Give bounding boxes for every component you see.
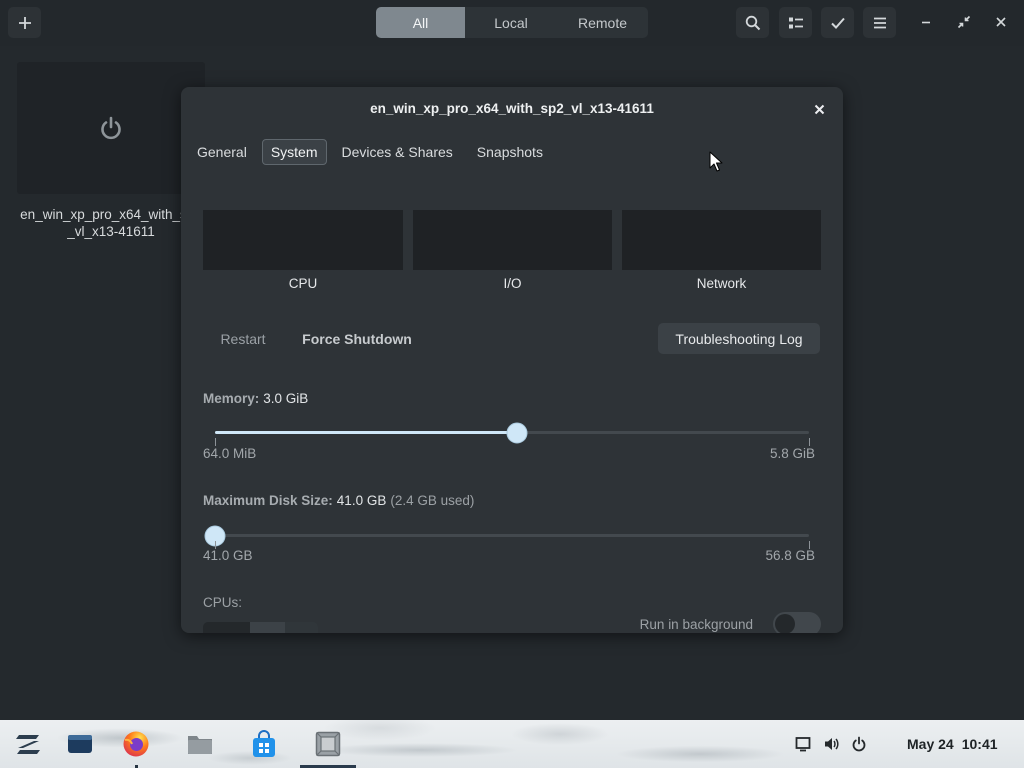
zorin-menu-button[interactable] xyxy=(13,729,43,759)
files-launcher[interactable] xyxy=(185,729,215,759)
vm-properties-dialog: en_win_xp_pro_x64_with_sp2_vl_x13-41611 … xyxy=(181,87,843,633)
dialog-title: en_win_xp_pro_x64_with_sp2_vl_x13-41611 xyxy=(370,101,654,116)
io-graph-label: I/O xyxy=(503,276,522,291)
filter-label: All xyxy=(412,14,429,31)
memory-slider-fill xyxy=(215,431,517,434)
run-in-background-label: Run in background xyxy=(639,617,753,632)
main-menu-button[interactable] xyxy=(863,7,896,38)
memory-row-label: Memory: 3.0 GiB xyxy=(203,391,308,407)
close-window-button[interactable] xyxy=(992,13,1010,31)
menu-icon xyxy=(873,17,886,28)
cpus-decrement-button[interactable] xyxy=(250,622,285,633)
vm-tile-power[interactable] xyxy=(98,115,124,141)
cpus-spinbutton[interactable] xyxy=(203,622,318,633)
clock-time: 10:41 xyxy=(961,736,998,752)
boxes-icon xyxy=(315,731,341,757)
memory-max-label: 5.8 GiB xyxy=(769,446,815,461)
memory-slider-knob[interactable] xyxy=(506,422,528,443)
zorin-menu-icon xyxy=(16,735,40,754)
filter-switcher: All Local Remote xyxy=(376,7,648,38)
clock-date: May 24 xyxy=(907,736,954,752)
power-icon xyxy=(101,116,121,140)
network-graph-label: Network xyxy=(696,276,747,291)
disk-row-label: Maximum Disk Size: 41.0 GB (2.4 GB used) xyxy=(203,493,474,509)
mouse-cursor xyxy=(709,151,723,172)
restart-button[interactable]: Restart xyxy=(205,323,281,354)
restore-button[interactable] xyxy=(955,13,973,31)
plus-icon xyxy=(18,16,31,29)
minimize-button[interactable] xyxy=(917,13,935,31)
power-tray-button[interactable] xyxy=(851,736,867,752)
taskbar: May 24 10:41 xyxy=(0,720,1024,768)
display-tray-button[interactable] xyxy=(795,736,811,752)
header-bar: All Local Remote xyxy=(0,0,1024,46)
filter-remote[interactable]: Remote xyxy=(557,7,648,38)
filter-local[interactable]: Local xyxy=(465,7,557,38)
troubleshooting-log-button[interactable]: Troubleshooting Log xyxy=(658,323,820,354)
io-graph xyxy=(413,210,612,270)
workspaces-button[interactable] xyxy=(65,729,95,759)
search-icon xyxy=(745,15,760,30)
cpus-increment-button[interactable] xyxy=(285,622,318,633)
memory-max-tick xyxy=(809,438,810,446)
switch-knob xyxy=(775,614,795,633)
disk-max-label: 56.8 GB xyxy=(765,548,815,563)
view-mode-button[interactable] xyxy=(779,7,812,38)
boxes-launcher[interactable] xyxy=(313,729,343,759)
cpu-graph xyxy=(203,210,403,270)
close-icon xyxy=(996,17,1006,27)
filter-label: Local xyxy=(494,14,528,31)
tab-devices-shares[interactable]: Devices & Shares xyxy=(333,139,462,165)
firefox-launcher[interactable] xyxy=(121,729,151,759)
network-graph xyxy=(622,210,821,270)
volume-tray-button[interactable] xyxy=(824,736,840,752)
memory-min-label: 64.0 MiB xyxy=(203,446,257,461)
clock[interactable]: May 24 10:41 xyxy=(907,736,998,752)
memory-value: 3.0 GiB xyxy=(263,391,309,406)
memory-label: Memory: xyxy=(203,391,260,406)
selection-list-icon xyxy=(788,17,803,28)
disk-used-value: (2.4 GB used) xyxy=(390,493,475,508)
memory-min-tick xyxy=(215,438,216,446)
volume-icon xyxy=(825,738,839,750)
disk-size-value: 41.0 GB xyxy=(336,493,387,508)
dialog-close-button[interactable] xyxy=(811,101,827,117)
cpus-label: CPUs: xyxy=(203,595,243,610)
check-icon xyxy=(830,17,845,29)
pointer-icon xyxy=(709,151,723,172)
filter-label: Remote xyxy=(577,14,628,31)
dialog-tabs: General System Devices & Shares Snapshot… xyxy=(188,139,552,165)
disk-min-label: 41.0 GB xyxy=(203,548,253,563)
disk-size-label: Maximum Disk Size: xyxy=(203,493,333,508)
workspaces-icon xyxy=(68,735,92,753)
force-shutdown-button[interactable]: Force Shutdown xyxy=(289,323,425,354)
tab-snapshots[interactable]: Snapshots xyxy=(468,139,552,165)
software-store-icon xyxy=(253,730,275,757)
software-store-launcher[interactable] xyxy=(249,729,279,759)
cpus-spin-entry[interactable] xyxy=(203,622,250,633)
restore-icon xyxy=(957,15,971,29)
close-icon xyxy=(814,104,824,114)
filter-all[interactable]: All xyxy=(376,7,465,38)
minimize-icon xyxy=(922,21,930,24)
select-button[interactable] xyxy=(821,7,854,38)
tab-general[interactable]: General xyxy=(188,139,256,165)
firefox-icon xyxy=(123,731,149,757)
disk-size-slider[interactable] xyxy=(204,525,809,546)
display-icon xyxy=(795,737,811,752)
search-button[interactable] xyxy=(736,7,769,38)
run-in-background-switch[interactable] xyxy=(773,612,821,633)
cpu-graph-label: CPU xyxy=(288,276,318,291)
memory-slider[interactable] xyxy=(215,422,809,443)
power-icon xyxy=(852,736,866,752)
tab-system[interactable]: System xyxy=(261,139,327,165)
new-vm-button[interactable] xyxy=(8,7,41,38)
files-icon xyxy=(188,736,212,754)
